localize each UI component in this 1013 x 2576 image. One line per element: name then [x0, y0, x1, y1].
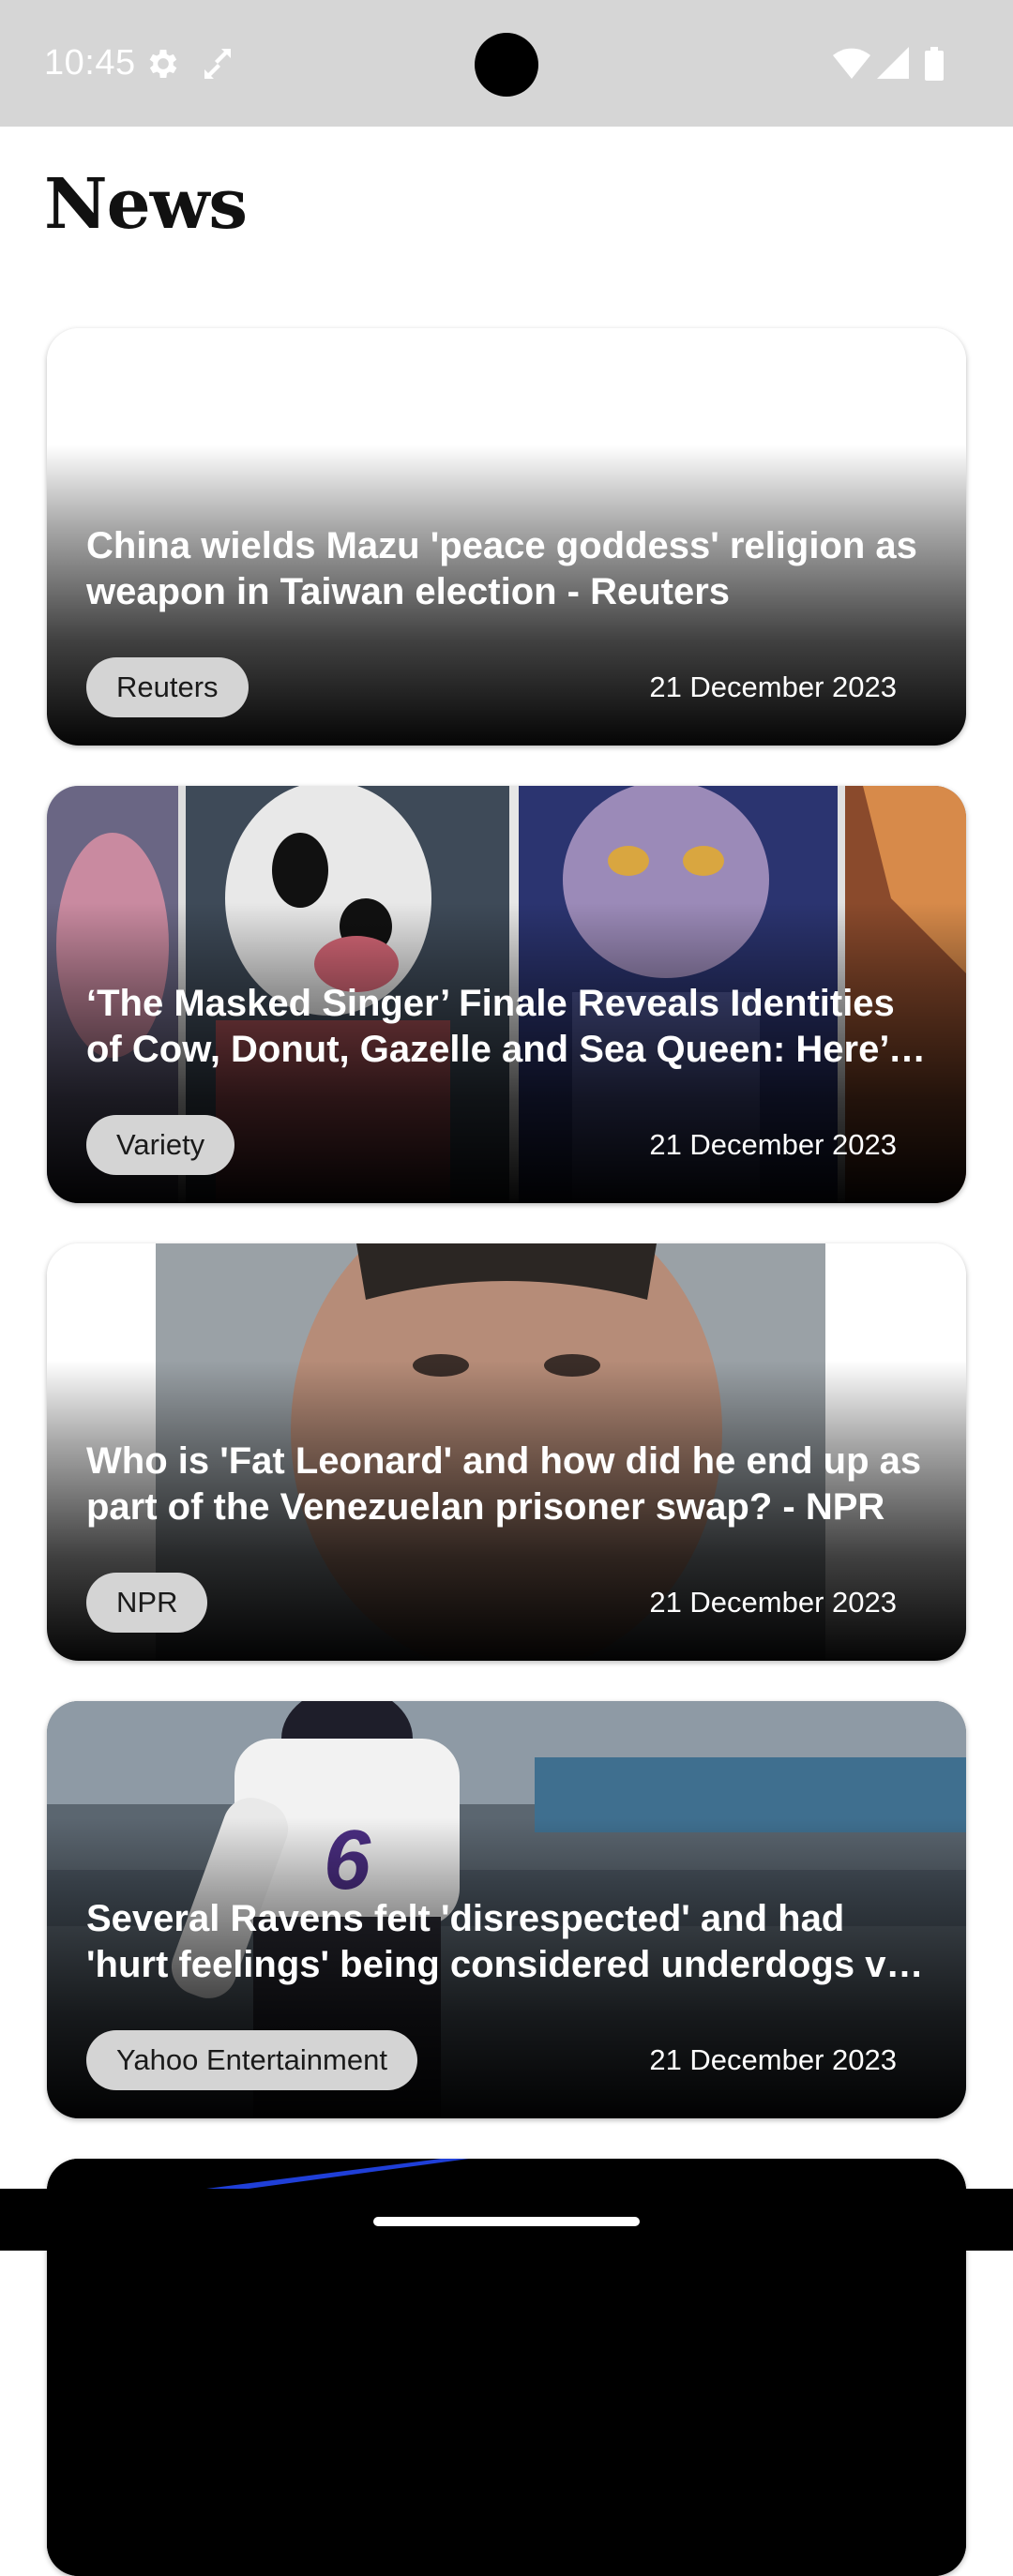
article-date: 21 December 2023 [649, 1128, 897, 1161]
status-bar: 10:45 [0, 0, 1013, 127]
battery-icon [925, 47, 944, 81]
news-card[interactable]: Who is 'Fat Leonard' and how did he end … [47, 1243, 966, 1661]
article-title: Who is 'Fat Leonard' and how did he end … [86, 1440, 922, 1528]
news-card[interactable]: 6 Several Ravens felt 'disrespected' and… [47, 1701, 966, 2118]
home-gesture-handle[interactable] [373, 2217, 640, 2226]
source-chip[interactable]: Variety [86, 1115, 235, 1175]
sync-icon [204, 49, 231, 79]
signal-icon [877, 47, 909, 79]
article-title: China wields Mazu 'peace goddess' religi… [86, 525, 917, 612]
news-card[interactable]: ‘The Masked Singer’ Finale Reveals Ident… [47, 786, 966, 1203]
source-chip[interactable]: Reuters [86, 657, 249, 717]
page-title: News [44, 164, 248, 245]
news-card[interactable]: China wields Mazu 'peace goddess' religi… [47, 328, 966, 746]
article-date: 21 December 2023 [649, 2043, 897, 2076]
wifi-icon [833, 48, 870, 79]
source-chip[interactable]: Yahoo Entertainment [86, 2030, 417, 2090]
article-title: ‘The Masked Singer’ Finale Reveals Ident… [86, 983, 910, 1070]
article-title: Several Ravens felt 'disrespected' and h… [86, 1898, 917, 1985]
article-date: 21 December 2023 [649, 670, 897, 703]
source-chip[interactable]: NPR [86, 1573, 208, 1633]
camera-cutout [475, 33, 538, 97]
article-date: 21 December 2023 [649, 1586, 897, 1619]
gear-icon [149, 50, 177, 78]
status-time: 10:45 [44, 43, 136, 83]
